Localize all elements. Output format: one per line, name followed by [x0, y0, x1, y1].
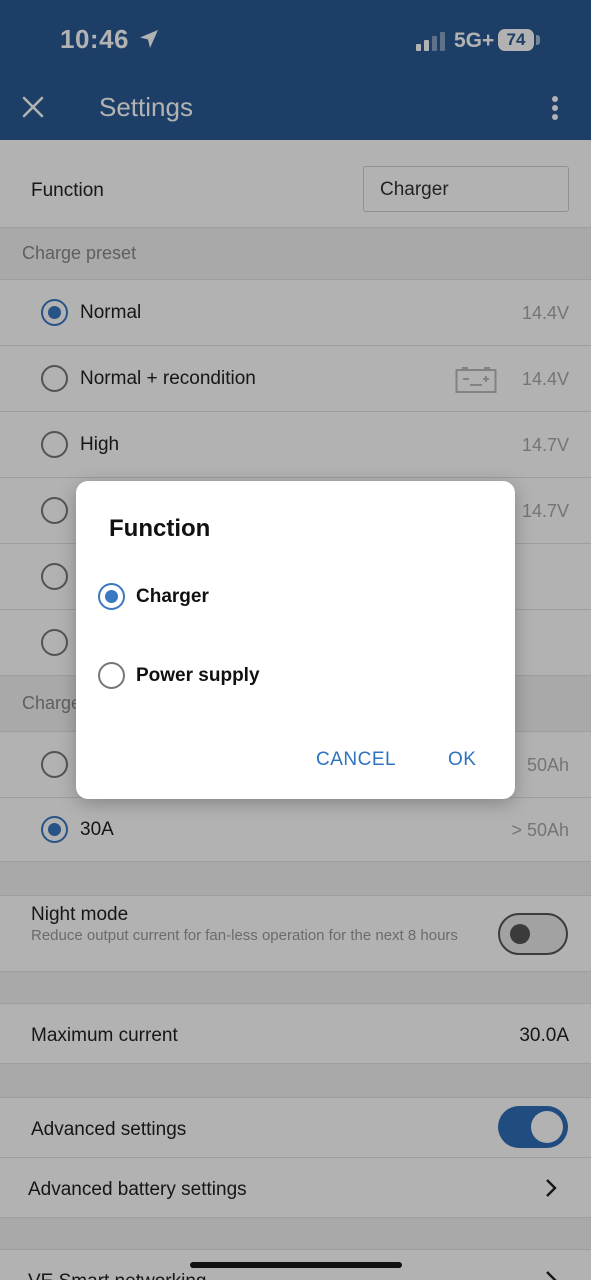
home-indicator[interactable]	[190, 1262, 402, 1268]
radio-selected-icon[interactable]	[98, 583, 125, 610]
dialog-option-label: Power supply	[136, 665, 260, 686]
dialog-title: Function	[109, 515, 211, 542]
screen: 10:46 5G+ 74 Settings Function Charger C…	[0, 0, 591, 1280]
dialog-option-power-supply[interactable]: Power supply	[96, 652, 496, 702]
function-dialog: Function Charger Power supply CANCEL OK	[76, 481, 515, 799]
ok-button[interactable]: OK	[448, 749, 476, 771]
cancel-button[interactable]: CANCEL	[316, 749, 396, 771]
radio-unselected-icon[interactable]	[98, 662, 125, 689]
dialog-option-charger[interactable]: Charger	[96, 573, 496, 623]
dialog-option-label: Charger	[136, 586, 209, 607]
